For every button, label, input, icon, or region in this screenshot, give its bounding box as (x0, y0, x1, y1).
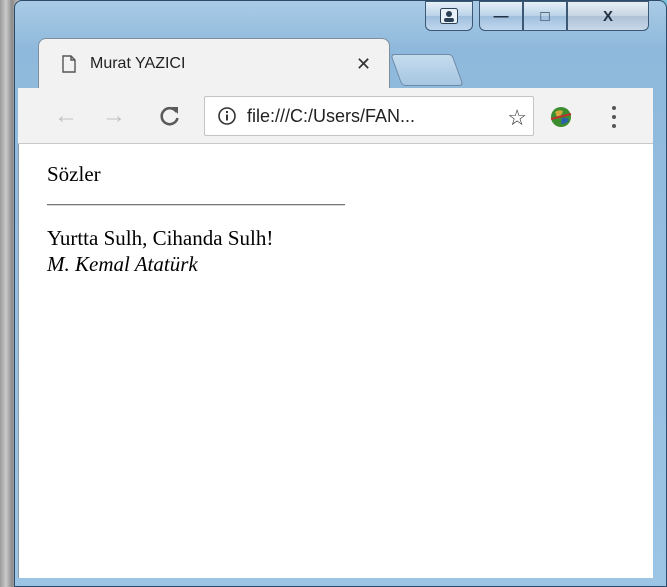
minimize-icon: — (493, 7, 509, 25)
back-arrow-icon[interactable]: ← (52, 102, 80, 130)
minimize-button[interactable]: — (479, 1, 523, 31)
page-viewport: Sözler Yurtta Sulh, Cihanda Sulh! M. Kem… (18, 144, 653, 578)
address-bar[interactable]: file:///C:/Users/FAN... ☆ (204, 96, 534, 136)
page-icon (62, 55, 76, 73)
forward-arrow-icon[interactable]: → (100, 102, 128, 130)
page-heading: Sözler (47, 162, 101, 186)
maximize-icon: □ (540, 7, 550, 25)
user-icon (440, 8, 458, 24)
menu-kebab-icon[interactable] (608, 106, 620, 128)
tab-title: Murat YAZICI (90, 55, 186, 72)
bookmark-star-icon[interactable]: ☆ (507, 105, 527, 131)
url-text: file:///C:/Users/FAN... (247, 105, 416, 126)
tab-content: Murat YAZICI ✕ (62, 38, 371, 90)
browser-toolbar: ← → file:///C:/Users/FAN... ☆ (18, 88, 653, 144)
horizontal-rule (47, 204, 345, 206)
user-profile-button[interactable] (425, 1, 473, 31)
extension-globe-icon[interactable] (548, 104, 574, 130)
reload-icon[interactable] (156, 102, 184, 130)
info-icon[interactable] (215, 104, 239, 128)
quote-author: M. Kemal Atatürk (47, 252, 198, 276)
close-icon: X (602, 7, 613, 25)
new-tab-button[interactable] (390, 54, 464, 86)
close-button[interactable]: X (567, 1, 649, 31)
maximize-button[interactable]: □ (523, 1, 567, 31)
tab-close-icon[interactable]: ✕ (356, 54, 371, 75)
quote-text: Yurtta Sulh, Cihanda Sulh! (47, 226, 274, 250)
